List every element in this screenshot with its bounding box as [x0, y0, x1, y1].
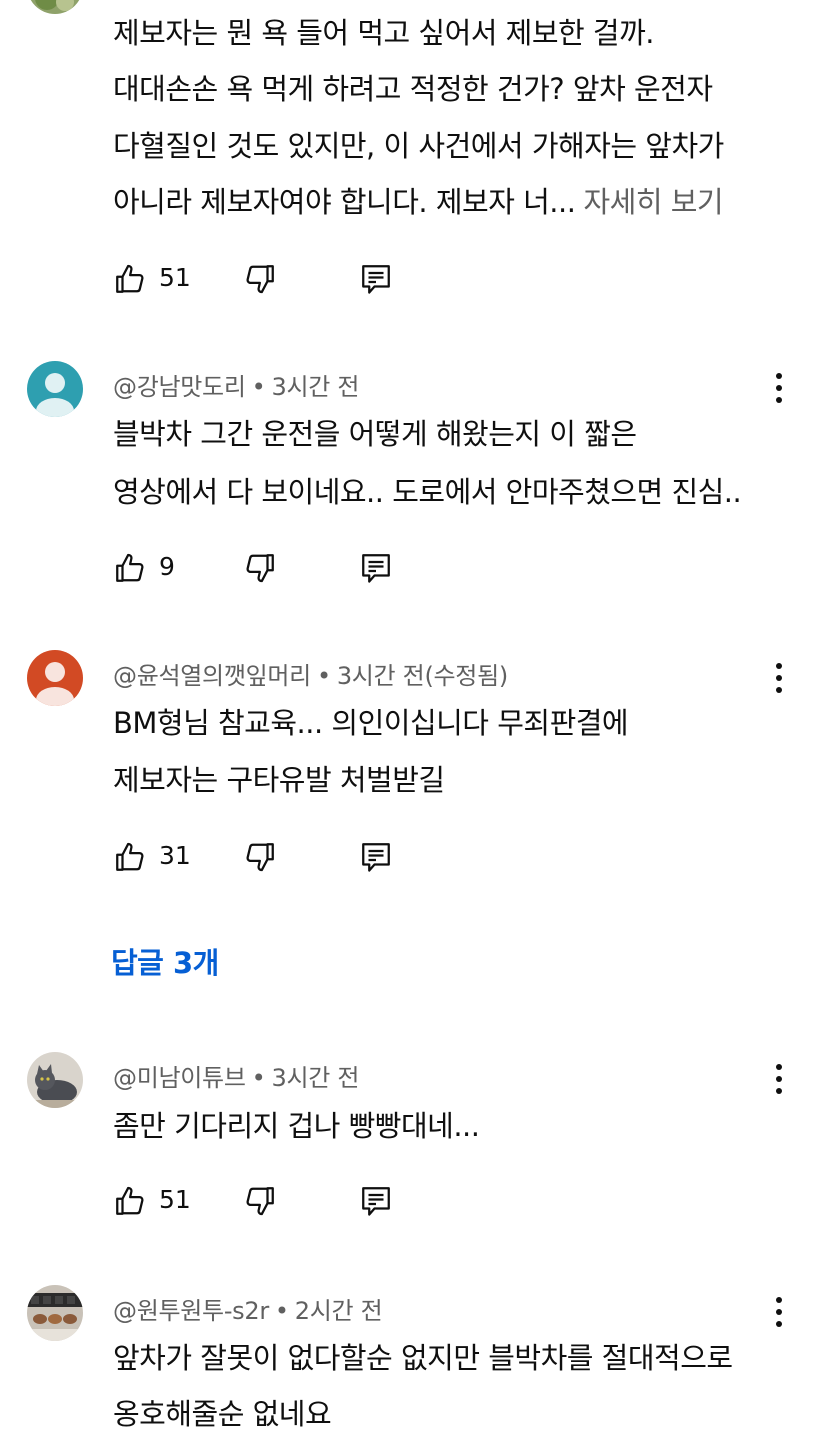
thumbs-down-icon[interactable] — [242, 550, 278, 586]
comment-text-line: 블박차 그간 운전을 어떻게 해왔는지 이 짧은 — [113, 417, 637, 451]
comment-author[interactable]: @강남맛도리 — [113, 373, 246, 401]
reply-comment-icon[interactable] — [358, 261, 394, 297]
thumbs-up-icon[interactable] — [112, 261, 148, 297]
like-count: 51 — [159, 263, 191, 292]
like-count: 51 — [159, 1185, 191, 1214]
more-vertical-icon[interactable] — [766, 368, 792, 408]
avatar[interactable] — [27, 1052, 83, 1108]
thumbs-up-icon[interactable] — [112, 1183, 148, 1219]
thumbs-down-icon[interactable] — [242, 261, 278, 297]
comment-author[interactable]: @원투원투-s2r — [113, 1297, 269, 1325]
thumbs-down-icon[interactable] — [242, 1183, 278, 1219]
default-avatar-icon — [27, 650, 83, 706]
comment-meta: @윤석열의깻잎머리 • 3시간 전(수정됨) — [113, 656, 508, 691]
comment-time: 3시간 전(수정됨) — [336, 662, 508, 690]
meta-separator: • — [274, 1297, 289, 1325]
meta-separator: • — [316, 662, 331, 690]
avatar-image — [27, 0, 83, 14]
like-count: 31 — [159, 841, 191, 870]
comment-time: 3시간 전 — [271, 373, 360, 401]
like-count: 9 — [159, 552, 175, 581]
default-avatar-icon — [27, 361, 83, 417]
comment-author[interactable]: @미남이튜브 — [113, 1064, 246, 1092]
avatar[interactable] — [27, 650, 83, 706]
view-replies-button[interactable]: 답글 3개 — [111, 940, 219, 982]
more-vertical-icon[interactable] — [766, 1292, 792, 1332]
reply-comment-icon[interactable] — [358, 839, 394, 875]
comment-text: 아니라 제보자여야 합니다. 제보자 너... — [113, 185, 576, 219]
thumbs-up-icon[interactable] — [112, 550, 148, 586]
comment-actions: 9 — [0, 550, 835, 590]
reply-comment-icon[interactable] — [358, 550, 394, 586]
comment-text-line: 영상에서 다 보이네요.. 도로에서 안마주쳤으면 진심.. — [113, 475, 742, 509]
meta-separator: • — [251, 373, 266, 401]
comment-text-line: BM형님 참교육... 의인이십니다 무죄판결에 — [113, 706, 629, 740]
comment-author[interactable]: @윤석열의깻잎머리 — [113, 662, 311, 690]
comment-text-line: 옹호해줄순 없네요 — [113, 1397, 332, 1431]
comment-actions: 31 — [0, 839, 835, 879]
comment-meta: @강남맛도리 • 3시간 전 — [113, 367, 359, 402]
comment-text-line: 제보자는 뭔 욕 들어 먹고 싶어서 제보한 걸까. — [113, 16, 655, 50]
thumbs-down-icon[interactable] — [242, 839, 278, 875]
cat-avatar-image — [27, 1052, 83, 1108]
more-vertical-icon[interactable] — [766, 658, 792, 698]
comment-time: 3시간 전 — [271, 1064, 360, 1092]
comment-text-line: 대대손손 욕 먹게 하려고 적정한 건가? 앞차 운전자 — [113, 72, 713, 106]
comment-actions: 51 — [0, 1183, 835, 1223]
thumbs-up-icon[interactable] — [112, 839, 148, 875]
comment-text-line: 좀만 기다리지 겁나 빵빵대네... — [113, 1109, 480, 1143]
reply-comment-icon[interactable] — [358, 1183, 394, 1219]
avatar[interactable] — [27, 0, 83, 14]
comment-text-line-last: 아니라 제보자여야 합니다. 제보자 너... 자세히 보기 — [113, 182, 724, 222]
comment-text-line: 다혈질인 것도 있지만, 이 사건에서 가해자는 앞차가 — [113, 129, 724, 163]
avatar[interactable] — [27, 361, 83, 417]
comment-text-line: 제보자는 구타유발 처벌받길 — [113, 763, 445, 797]
read-more-link[interactable]: 자세히 보기 — [583, 185, 723, 219]
food-avatar-image — [27, 1285, 83, 1341]
comment-actions: 51 — [0, 261, 835, 301]
meta-separator: • — [251, 1064, 266, 1092]
comment-text-line: 앞차가 잘못이 없다할순 없지만 블박차를 절대적으로 — [113, 1341, 733, 1375]
comment-time: 2시간 전 — [294, 1297, 383, 1325]
avatar[interactable] — [27, 1285, 83, 1341]
more-vertical-icon[interactable] — [766, 1059, 792, 1099]
comment-meta: @미남이튜브 • 3시간 전 — [113, 1058, 359, 1093]
comment-meta: @원투원투-s2r • 2시간 전 — [113, 1291, 383, 1326]
